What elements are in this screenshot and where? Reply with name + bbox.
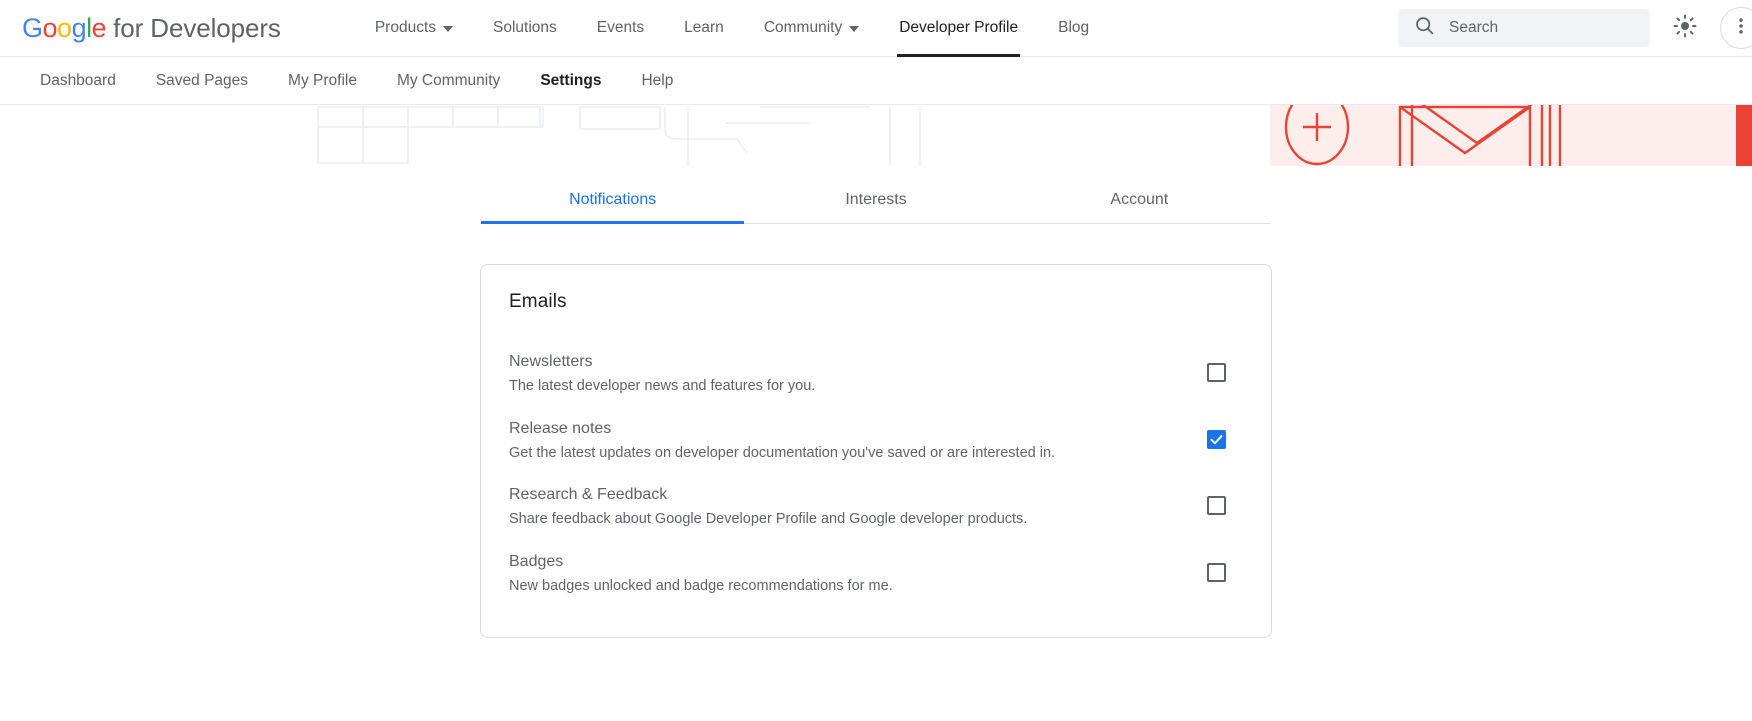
banner-tint [1270,105,1752,166]
profile-banner [0,105,1752,166]
google-letter-3: g [72,13,87,43]
preference-rows: Newsletters The latest developer news and… [509,341,1243,607]
banner-red-bar [1736,105,1752,166]
tab-notifications[interactable]: Notifications [481,178,744,223]
checkbox-research-feedback[interactable] [1207,496,1226,515]
nav-item-developer-profile[interactable]: Developer Profile [879,0,1038,57]
checkbox-newsletters[interactable] [1207,363,1226,382]
settings-content: NotificationsInterestsAccount Emails New… [0,178,1752,638]
nav-item-products[interactable]: Products [355,0,473,57]
brand-logo[interactable]: Google for Developers [22,13,281,44]
sun-icon [1673,14,1697,43]
google-letter-1: o [43,13,58,43]
primary-nav: Products Solutions Events Learn Community Dev… [355,0,1109,57]
nav-item-label: Events [597,19,644,37]
preference-row-research-feedback: Research & Feedback Share feedback about … [509,474,1243,541]
nav-item-label: Solutions [493,19,557,37]
nav-item-label: Learn [684,19,724,37]
nav-item-blog[interactable]: Blog [1038,0,1109,57]
preference-label: Badges [509,553,1183,571]
nav-item-learn[interactable]: Learn [664,0,744,57]
theme-toggle-button[interactable] [1668,11,1702,45]
chevron-down-icon [849,26,859,32]
brand-suffix: for Developers [113,13,281,44]
preference-description: New badges unlocked and badge recommenda… [509,577,1183,597]
preference-text: Newsletters The latest developer news and… [509,353,1183,397]
google-letter-2: o [57,13,72,43]
header-actions: Search [1398,7,1752,49]
google-letter-5: e [92,13,107,43]
search-input[interactable]: Search [1398,9,1650,47]
google-letter-0: G [22,13,43,43]
subnav-item-my-profile[interactable]: My Profile [268,72,377,90]
secondary-nav: DashboardSaved PagesMy ProfileMy Communi… [0,57,1752,105]
settings-tabs: NotificationsInterestsAccount [481,178,1271,224]
preference-row-newsletters: Newsletters The latest developer news and… [509,341,1243,408]
preference-text: Release notes Get the latest updates on d… [509,420,1183,464]
nav-item-label: Blog [1058,19,1089,37]
preference-label: Newsletters [509,353,1183,371]
emails-settings-card: Emails Newsletters The latest developer n… [480,264,1272,638]
subnav-item-saved-pages[interactable]: Saved Pages [136,72,268,90]
checkbox-badges[interactable] [1207,563,1226,582]
card-title: Emails [509,291,1243,313]
checkbox-release-notes[interactable] [1207,430,1226,449]
subnav-item-my-community[interactable]: My Community [377,72,520,90]
google-wordmark: Google [22,13,106,44]
nav-item-solutions[interactable]: Solutions [473,0,577,57]
preference-label: Release notes [509,420,1183,438]
search-icon [1414,15,1435,41]
nav-item-community[interactable]: Community [744,0,879,57]
subnav-item-help[interactable]: Help [621,72,693,90]
preference-description: Get the latest updates on developer docu… [509,444,1183,464]
preference-description: Share feedback about Google Developer Pr… [509,510,1183,530]
preference-text: Badges New badges unlocked and badge reco… [509,553,1183,597]
nav-item-label: Developer Profile [899,19,1018,37]
more-menu-button[interactable] [1720,7,1752,49]
preference-row-release-notes: Release notes Get the latest updates on d… [509,408,1243,475]
banner-grid-artwork [270,105,1070,166]
check-icon [1209,432,1224,447]
preference-row-badges: Badges New badges unlocked and badge reco… [509,541,1243,608]
preference-text: Research & Feedback Share feedback about … [509,486,1183,530]
subnav-item-dashboard[interactable]: Dashboard [20,72,136,90]
search-placeholder: Search [1449,19,1498,37]
top-header: Google for Developers Products Solutions E… [0,0,1752,57]
nav-item-label: Products [375,19,436,37]
preference-label: Research & Feedback [509,486,1183,504]
nav-item-label: Community [764,19,842,37]
subnav-item-settings[interactable]: Settings [520,72,621,90]
nav-item-events[interactable]: Events [577,0,664,57]
tab-account[interactable]: Account [1008,178,1271,223]
chevron-down-icon [443,26,453,32]
preference-description: The latest developer news and features f… [509,377,1183,397]
tab-interests[interactable]: Interests [744,178,1007,223]
more-vert-icon [1731,16,1751,41]
